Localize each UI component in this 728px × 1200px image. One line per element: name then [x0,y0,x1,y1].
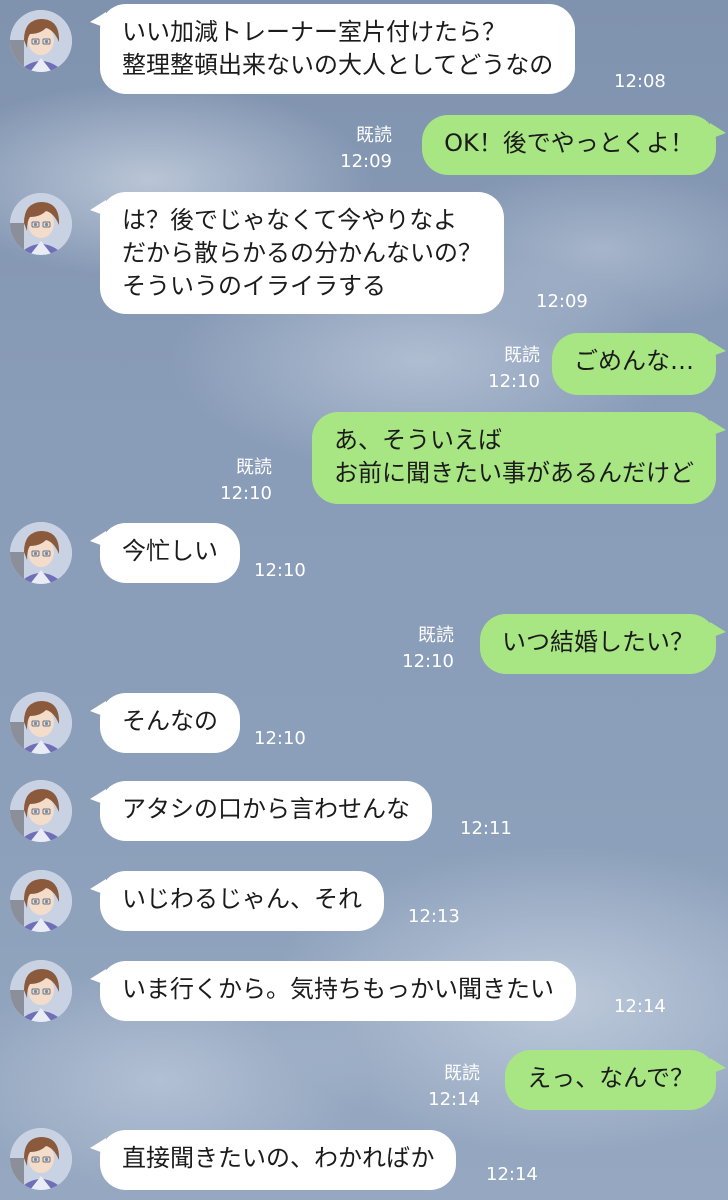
read-receipt: 既読 [504,345,540,366]
avatar-portrait-icon [10,522,72,584]
message-bubble: いじわるじゃん、それ [90,871,384,931]
message-bubble: OK！後でやっとくよ！ [422,115,726,175]
avatar-portrait-icon [10,193,72,255]
avatar[interactable] [10,780,72,842]
message-bubble: いい加減トレーナー室片付けたら？ 整理整頓出来ないの大人としてどうなの [89,4,576,94]
message-bubble: あ、そういえば お前に聞きたい事があるんだけど [312,412,726,504]
avatar-portrait-icon [10,692,72,754]
message-time: 12:10 [254,728,306,749]
avatar[interactable] [10,1128,72,1190]
message-time: 12:14 [428,1089,480,1110]
message-bubble: そんなの [90,693,240,753]
message-time: 12:10 [488,371,540,392]
avatar-portrait-icon [10,870,72,932]
avatar-portrait-icon [10,780,72,842]
message-bubble: ごめんな… [552,333,726,395]
message-bubble: 今忙しい [90,523,240,583]
avatar[interactable] [10,193,72,255]
message-time: 12:10 [402,651,454,672]
read-receipt: 既読 [418,625,454,646]
message-bubble: いま行くから。気持ちもっかい聞きたい [90,961,576,1021]
message-bubble: 直接聞きたいの、わかればか [89,1130,457,1190]
read-receipt: 既読 [356,125,392,146]
avatar[interactable] [10,960,72,1022]
message-time: 12:11 [460,818,512,839]
avatar[interactable] [10,10,72,72]
message-time: 12:14 [486,1164,538,1185]
message-bubble: えっ、なんで？ [505,1050,726,1110]
message-time: 12:14 [614,996,666,1017]
avatar[interactable] [10,522,72,584]
avatar[interactable] [10,870,72,932]
read-receipt: 既読 [444,1063,480,1084]
avatar[interactable] [10,692,72,754]
message-time: 12:09 [340,151,392,172]
message-bubble: アタシの口から言わせんな [90,781,432,841]
message-bubble: は？後でじゃなくて今やりなよ だから散らかるの分かんないの？ そういうのイライラ… [90,192,504,314]
avatar-portrait-icon [10,960,72,1022]
message-time: 12:08 [614,71,666,92]
message-time: 12:10 [220,483,272,504]
read-receipt: 既読 [236,457,272,478]
message-bubble: いつ結婚したい？ [480,614,726,674]
message-time: 12:13 [408,906,460,927]
avatar-portrait-icon [10,10,72,72]
message-time: 12:10 [254,560,306,581]
avatar-portrait-icon [10,1128,72,1190]
message-time: 12:09 [536,291,588,312]
